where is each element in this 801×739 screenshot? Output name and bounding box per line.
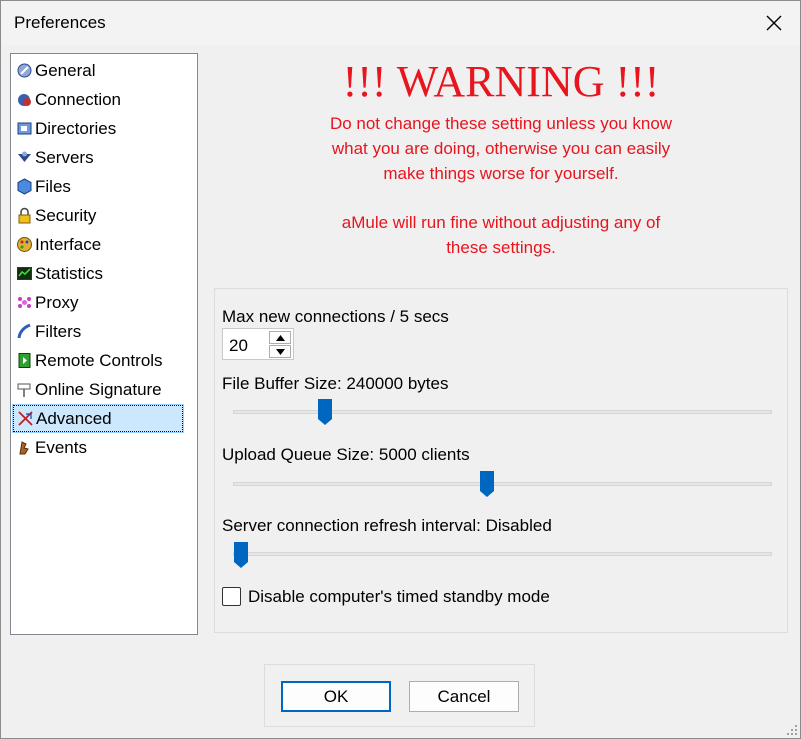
file-buffer-slider-track[interactable] <box>233 410 772 414</box>
signpost-icon <box>16 381 33 398</box>
general-icon <box>16 62 33 79</box>
servers-icon <box>16 149 33 166</box>
server-refresh-slider-track[interactable] <box>233 552 772 556</box>
cancel-button[interactable]: Cancel <box>409 681 519 712</box>
upload-queue-slider-thumb[interactable] <box>479 470 495 498</box>
sidebar-item-advanced[interactable]: Advanced <box>12 404 184 433</box>
sidebar-item-label: Statistics <box>35 263 104 283</box>
upload-queue-label: Upload Queue Size: 5000 clients <box>222 445 470 464</box>
lock-icon <box>16 207 33 224</box>
files-icon <box>16 178 33 195</box>
sidebar-item-label: Connection <box>35 89 122 109</box>
sidebar-item-label: Events <box>35 437 87 457</box>
standby-checkbox-label[interactable]: Disable computer's timed standby mode <box>248 587 550 607</box>
sidebar-item-filters[interactable]: Filters <box>13 318 183 345</box>
close-button[interactable] <box>748 1 800 45</box>
sidebar-item-label: Security <box>35 205 97 225</box>
sidebar-item-security[interactable]: Security <box>13 202 183 229</box>
sidebar-item-proxy[interactable]: Proxy <box>13 289 183 316</box>
sidebar-item-label: Proxy <box>35 292 79 312</box>
file-buffer-slider-thumb[interactable] <box>317 398 333 426</box>
warning-title: !!! WARNING !!! <box>342 57 660 106</box>
remote-controls-icon <box>16 352 33 369</box>
max-connections-label: Max new connections / 5 secs <box>222 307 449 326</box>
sidebar-item-label: Advanced <box>36 408 112 428</box>
server-refresh-slider-thumb[interactable] <box>233 541 249 569</box>
filters-icon <box>16 323 33 340</box>
sidebar-item-label: Online Signature <box>35 379 162 399</box>
warning-line: make things worse for yourself. <box>383 164 619 183</box>
max-connections-value[interactable]: 20 <box>229 336 248 356</box>
interface-icon <box>16 236 33 253</box>
warning-line: what you are doing, otherwise you can ea… <box>331 139 671 158</box>
standby-checkbox[interactable] <box>222 587 241 606</box>
sidebar-item-label: Directories <box>35 118 117 138</box>
warning-line: aMule will run fine without adjusting an… <box>341 213 661 232</box>
file-buffer-label: File Buffer Size: 240000 bytes <box>222 374 449 393</box>
window-title: Preferences <box>14 13 106 32</box>
sidebar-item-general[interactable]: General <box>13 57 183 84</box>
sidebar-item-label: Servers <box>35 147 94 167</box>
arrow-up-icon <box>275 334 285 341</box>
sidebar-item-statistics[interactable]: Statistics <box>13 260 183 287</box>
advanced-icon <box>17 410 34 427</box>
server-refresh-label: Server connection refresh interval: Disa… <box>222 516 552 535</box>
close-icon <box>766 15 782 31</box>
sidebar-item-connection[interactable]: Connection <box>13 86 183 113</box>
warning-line: these settings. <box>446 238 556 257</box>
sidebar-item-label: Files <box>35 176 71 196</box>
spin-up-button[interactable] <box>269 331 291 344</box>
sidebar-item-directories[interactable]: Directories <box>13 115 183 142</box>
sidebar-item-label: Remote Controls <box>35 350 163 370</box>
sidebar-item-servers[interactable]: Servers <box>13 144 183 171</box>
sidebar-item-label: Filters <box>35 321 82 341</box>
spin-down-button[interactable] <box>269 345 291 358</box>
sidebar-item-online-signature[interactable]: Online Signature <box>13 376 183 403</box>
max-connections-spinner[interactable]: 20 <box>222 328 294 360</box>
directories-icon <box>16 120 33 137</box>
sidebar-item-label: Interface <box>35 234 102 254</box>
upload-queue-slider-track[interactable] <box>233 482 772 486</box>
arrow-down-icon <box>275 348 285 355</box>
events-icon <box>16 439 33 456</box>
connection-icon <box>16 91 33 108</box>
sidebar-item-remote-controls[interactable]: Remote Controls <box>13 347 183 374</box>
proxy-icon <box>16 294 33 311</box>
sidebar-item-files[interactable]: Files <box>13 173 183 200</box>
category-list[interactable]: General Connection Directories Servers F… <box>10 53 198 635</box>
resize-grip-icon[interactable] <box>786 724 798 736</box>
statistics-icon <box>16 265 33 282</box>
sidebar-item-interface[interactable]: Interface <box>13 231 183 258</box>
warning-line: Do not change these setting unless you k… <box>329 114 673 133</box>
sidebar-item-label: General <box>35 60 96 80</box>
ok-button[interactable]: OK <box>281 681 391 712</box>
sidebar-item-events[interactable]: Events <box>13 434 183 461</box>
title-bar[interactable]: Preferences <box>1 1 800 45</box>
